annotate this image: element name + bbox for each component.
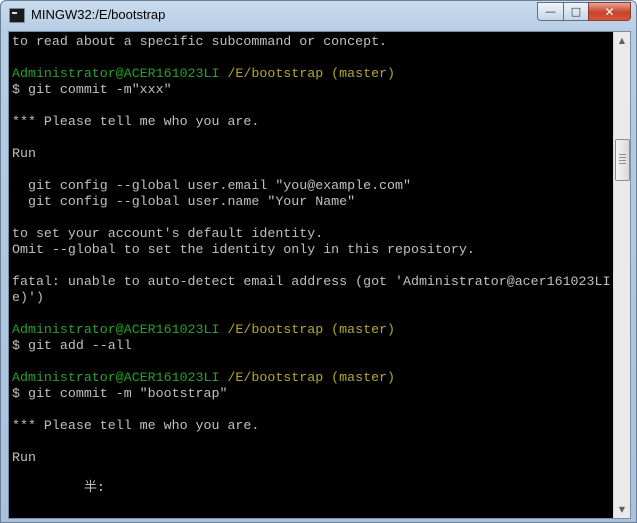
vertical-scrollbar[interactable]: ▲ ▼ xyxy=(613,32,630,518)
maximize-button[interactable]: □ xyxy=(563,2,588,21)
prompt-user: Administrator@ACER161023LI xyxy=(12,66,220,81)
console-client-area: to read about a specific subcommand or c… xyxy=(8,31,631,519)
terminal-line: *** Please tell me who you are. xyxy=(12,418,260,433)
terminal-line: git config --global user.name "Your Name… xyxy=(12,194,356,209)
terminal-line: git config --global user.email "you@exam… xyxy=(12,178,411,193)
prompt-user: Administrator@ACER161023LI xyxy=(12,370,220,385)
grip-icon xyxy=(619,154,626,164)
scroll-down-button[interactable]: ▼ xyxy=(614,501,630,518)
arrow-up-icon: ▲ xyxy=(618,36,626,45)
prompt-path: /E/bootstrap (master) xyxy=(227,66,396,81)
caption-buttons: — □ ✕ xyxy=(537,2,631,21)
minimize-button[interactable]: — xyxy=(537,2,563,21)
prompt-line: Administrator@ACER161023LI /E/bootstrap … xyxy=(12,322,395,338)
terminal-output[interactable]: to read about a specific subcommand or c… xyxy=(9,32,613,518)
terminal-line: *** Please tell me who you are. xyxy=(12,114,260,129)
title-bar[interactable]: MINGW32:/E/bootstrap — □ ✕ xyxy=(1,1,636,31)
scrollbar-thumb[interactable] xyxy=(615,139,630,181)
ime-composition-indicator: 半: xyxy=(84,480,105,495)
terminal-line: to set your account's default identity. xyxy=(12,226,324,241)
prompt-path: /E/bootstrap (master) xyxy=(227,322,396,337)
maximize-icon: □ xyxy=(570,5,582,18)
terminal-line: $ git commit -m "bootstrap" xyxy=(12,386,228,401)
prompt-user: Administrator@ACER161023LI xyxy=(12,322,220,337)
scroll-up-button[interactable]: ▲ xyxy=(614,32,630,49)
terminal-line: Omit --global to set the identity only i… xyxy=(12,242,475,257)
minimize-icon: — xyxy=(545,5,556,18)
arrow-down-icon: ▼ xyxy=(618,505,626,514)
window-title: MINGW32:/E/bootstrap xyxy=(31,7,166,22)
terminal-line: Run xyxy=(12,146,36,161)
terminal-line: $ git add --all xyxy=(12,338,132,353)
terminal-window: MINGW32:/E/bootstrap — □ ✕ to read about… xyxy=(0,0,637,523)
terminal-line: e)') xyxy=(12,290,44,305)
terminal-line: Run xyxy=(12,450,36,465)
close-button[interactable]: ✕ xyxy=(588,2,631,21)
terminal-line: $ git commit -m"xxx" xyxy=(12,82,172,97)
prompt-path: /E/bootstrap (master) xyxy=(227,370,396,385)
prompt-line: Administrator@ACER161023LI /E/bootstrap … xyxy=(12,370,395,386)
close-icon: ✕ xyxy=(604,4,615,19)
terminal-icon[interactable] xyxy=(9,8,25,23)
terminal-line: fatal: unable to auto-detect email addre… xyxy=(12,274,611,289)
prompt-line: Administrator@ACER161023LI /E/bootstrap … xyxy=(12,66,395,82)
terminal-line: to read about a specific subcommand or c… xyxy=(12,34,388,49)
